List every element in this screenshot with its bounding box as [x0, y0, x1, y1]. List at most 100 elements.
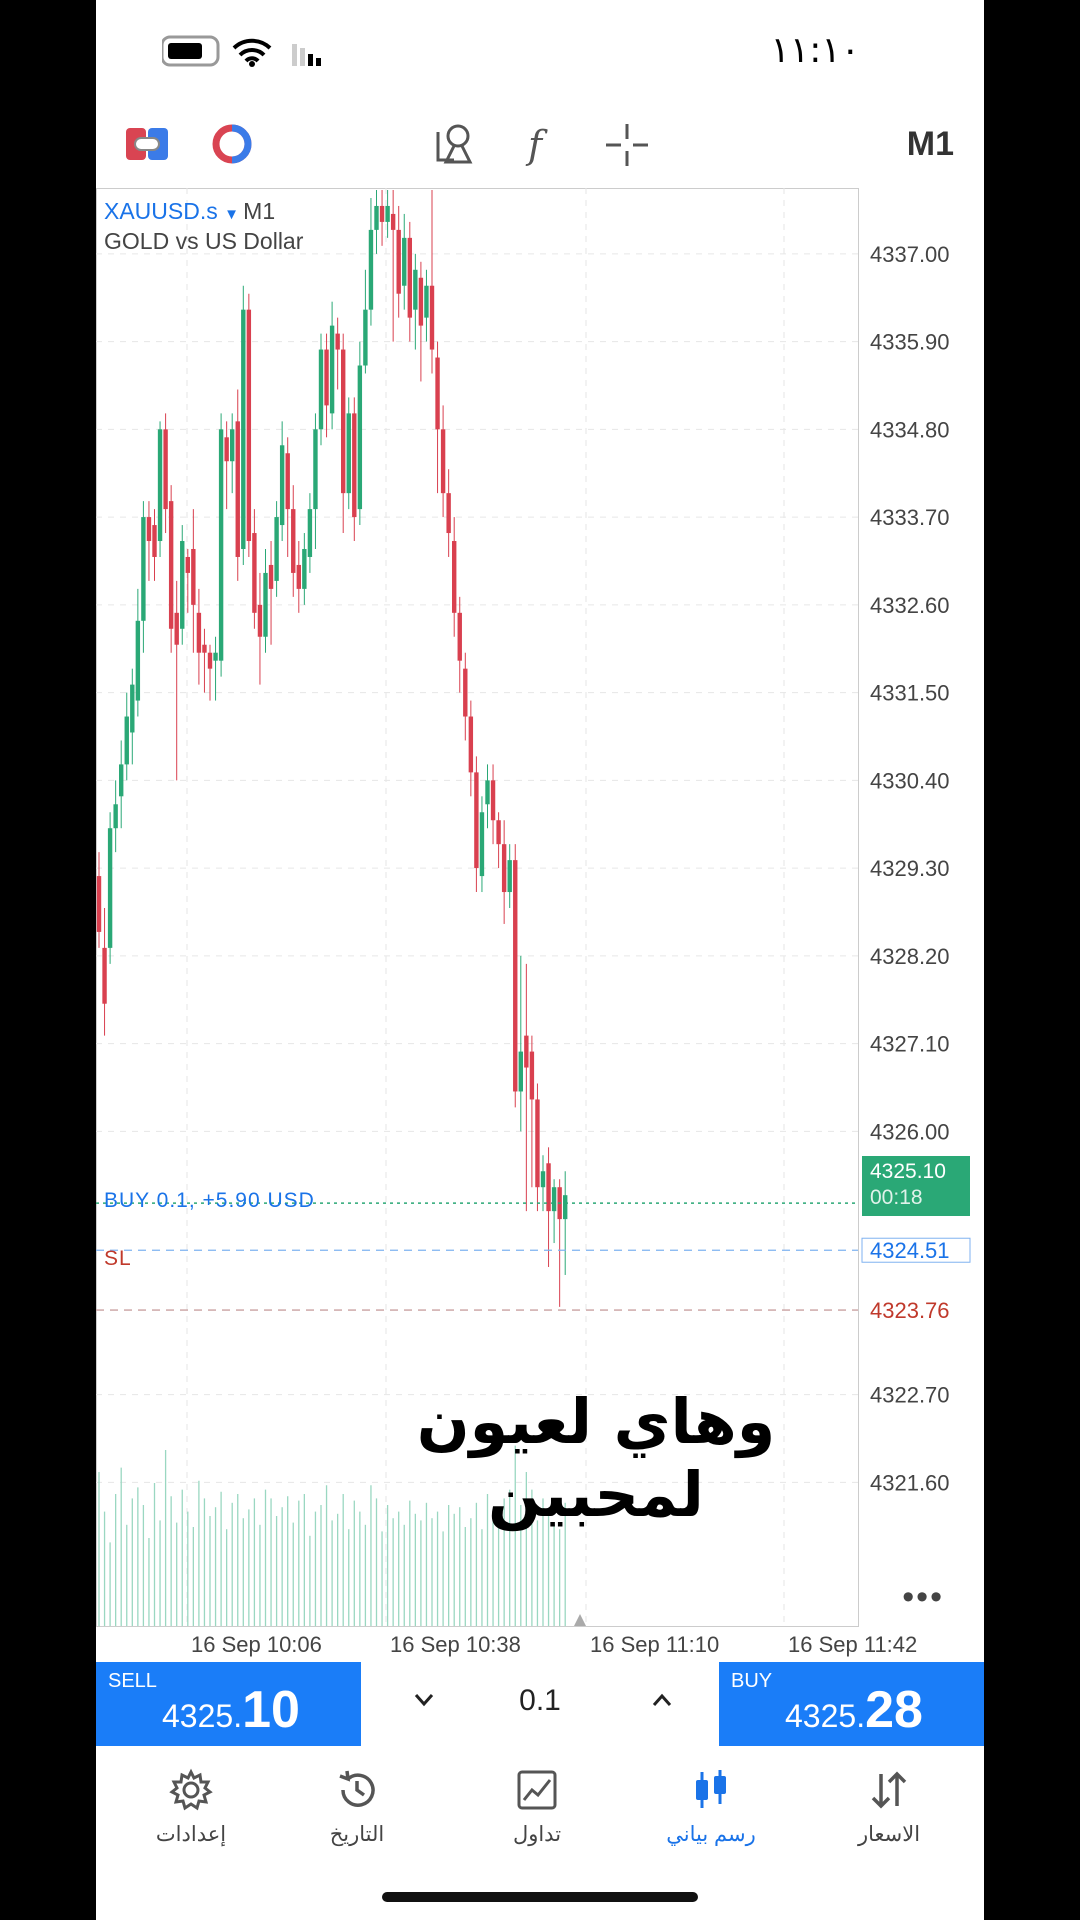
- candle-body: [529, 1051, 535, 1100]
- y-tick-label: 4321.60: [870, 1470, 950, 1495]
- symbol-timeframe: M1: [243, 198, 276, 224]
- chart-toolbar: f M1: [96, 110, 984, 190]
- candle-body: [263, 572, 268, 637]
- candle-body: [230, 429, 235, 462]
- candle-body: [313, 429, 318, 510]
- y-tick-label: 4332.60: [870, 593, 950, 618]
- candle-body: [352, 413, 357, 518]
- volume-value[interactable]: 0.1: [501, 1684, 579, 1718]
- buy-position-price: 4324.51: [870, 1238, 950, 1263]
- candle-body: [390, 213, 396, 230]
- candle-body: [335, 333, 340, 350]
- candle-body: [468, 716, 474, 773]
- y-tick-label: 4328.20: [870, 944, 950, 969]
- y-tick-label: 4331.50: [870, 681, 950, 706]
- candle-body: [535, 1099, 540, 1188]
- more-options-icon[interactable]: •••: [902, 1578, 944, 1617]
- candle-body: [524, 1035, 529, 1068]
- status-bar: ١١:١٠: [96, 0, 984, 110]
- candle-body: [518, 1051, 523, 1092]
- candle-body: [479, 812, 485, 877]
- candle-body: [413, 269, 418, 310]
- svg-text:f: f: [525, 123, 548, 167]
- candle-body: [130, 684, 135, 733]
- quotes-arrows-icon: [871, 1771, 907, 1809]
- candle-body: [318, 349, 324, 430]
- one-click-trading-icon[interactable]: [126, 124, 170, 164]
- candle-body: [152, 525, 157, 557]
- candle-body: [302, 548, 307, 589]
- nav-settings[interactable]: إعدادات: [116, 1768, 266, 1847]
- y-tick-label: 4334.80: [870, 417, 950, 442]
- nav-quotes[interactable]: الاسعار: [814, 1768, 964, 1847]
- x-tick-label: 16 Sep 10:06: [191, 1632, 322, 1657]
- candle-body: [540, 1171, 546, 1188]
- symbol-description: GOLD vs US Dollar: [104, 228, 304, 254]
- current-price-tag: 4325.10 00:18: [862, 1156, 970, 1216]
- y-tick-label: 4322.70: [870, 1383, 950, 1408]
- timeframe-button[interactable]: M1: [907, 125, 954, 164]
- candle-body: [474, 772, 479, 869]
- x-tick-label: 16 Sep 11:42: [788, 1632, 917, 1657]
- depth-of-market-icon[interactable]: [210, 124, 254, 164]
- volume-control: 0.1: [361, 1662, 719, 1746]
- candle-body: [291, 509, 296, 573]
- candle-body: [119, 764, 124, 797]
- candle-body: [346, 413, 351, 494]
- sell-price: 4325.10: [162, 1681, 300, 1739]
- candle-body: [268, 564, 274, 589]
- volume-up-icon[interactable]: [651, 1692, 673, 1708]
- candle-body: [279, 445, 285, 526]
- candle-body: [457, 612, 462, 661]
- signal-icon: [292, 44, 321, 66]
- chart-symbol[interactable]: XAUUSD.s ▼ M1: [104, 198, 275, 225]
- candle-body: [163, 429, 168, 510]
- buy-button[interactable]: BUY 4325.28: [719, 1662, 984, 1746]
- x-tick-label: 16 Sep 11:10: [590, 1632, 719, 1657]
- candle-body: [174, 612, 179, 645]
- candle-body: [241, 309, 246, 549]
- candle-body: [141, 517, 146, 621]
- candle-body: [285, 453, 290, 510]
- candle-body: [407, 237, 412, 318]
- sell-button[interactable]: SELL 4325.10: [96, 1662, 361, 1746]
- volume-down-icon[interactable]: [413, 1692, 435, 1708]
- candle-body: [396, 229, 401, 294]
- candle-body: [102, 947, 107, 1004]
- indicators-icon[interactable]: f: [522, 122, 558, 168]
- buy-price: 4325.28: [785, 1681, 923, 1739]
- candle-body: [446, 493, 451, 534]
- gear-icon: [169, 1768, 213, 1811]
- chevron-down-icon: ▼: [224, 206, 244, 223]
- objects-icon[interactable]: [432, 122, 476, 168]
- symbol-name: XAUUSD.s: [104, 198, 218, 224]
- candle-body: [463, 668, 468, 717]
- crosshair-icon[interactable]: [604, 122, 650, 168]
- candlestick-icon: [696, 1770, 726, 1808]
- wifi-icon: [232, 38, 272, 67]
- nav-trade[interactable]: تداول: [462, 1768, 612, 1847]
- candle-body: [257, 604, 263, 637]
- candle-body: [307, 509, 313, 557]
- candle-body: [246, 309, 252, 542]
- candle-body: [485, 780, 490, 805]
- nav-chart[interactable]: رسم بياني: [636, 1768, 786, 1847]
- candle-body: [452, 541, 457, 613]
- candle-body: [551, 1187, 557, 1212]
- caption-overlay: وهاي لعيون لمحبين: [416, 1385, 776, 1531]
- status-clock: ١١:١٠: [770, 30, 860, 71]
- candle-body: [435, 357, 440, 430]
- candle-body: [563, 1195, 568, 1220]
- candle-body: [146, 517, 152, 542]
- candle-body: [501, 844, 507, 893]
- candle-body: [157, 429, 163, 542]
- candle-body: [429, 285, 435, 350]
- candle-body: [135, 620, 141, 701]
- y-tick-label: 4330.40: [870, 768, 950, 793]
- nav-history[interactable]: التاريخ: [282, 1768, 432, 1847]
- candle-body: [202, 644, 207, 653]
- trade-bar: SELL 4325.10 0.1 BUY 4325.28: [96, 1662, 984, 1746]
- battery-icon: [162, 35, 220, 67]
- buy-label: BUY: [731, 1670, 773, 1692]
- y-tick-label: 4327.10: [870, 1032, 950, 1057]
